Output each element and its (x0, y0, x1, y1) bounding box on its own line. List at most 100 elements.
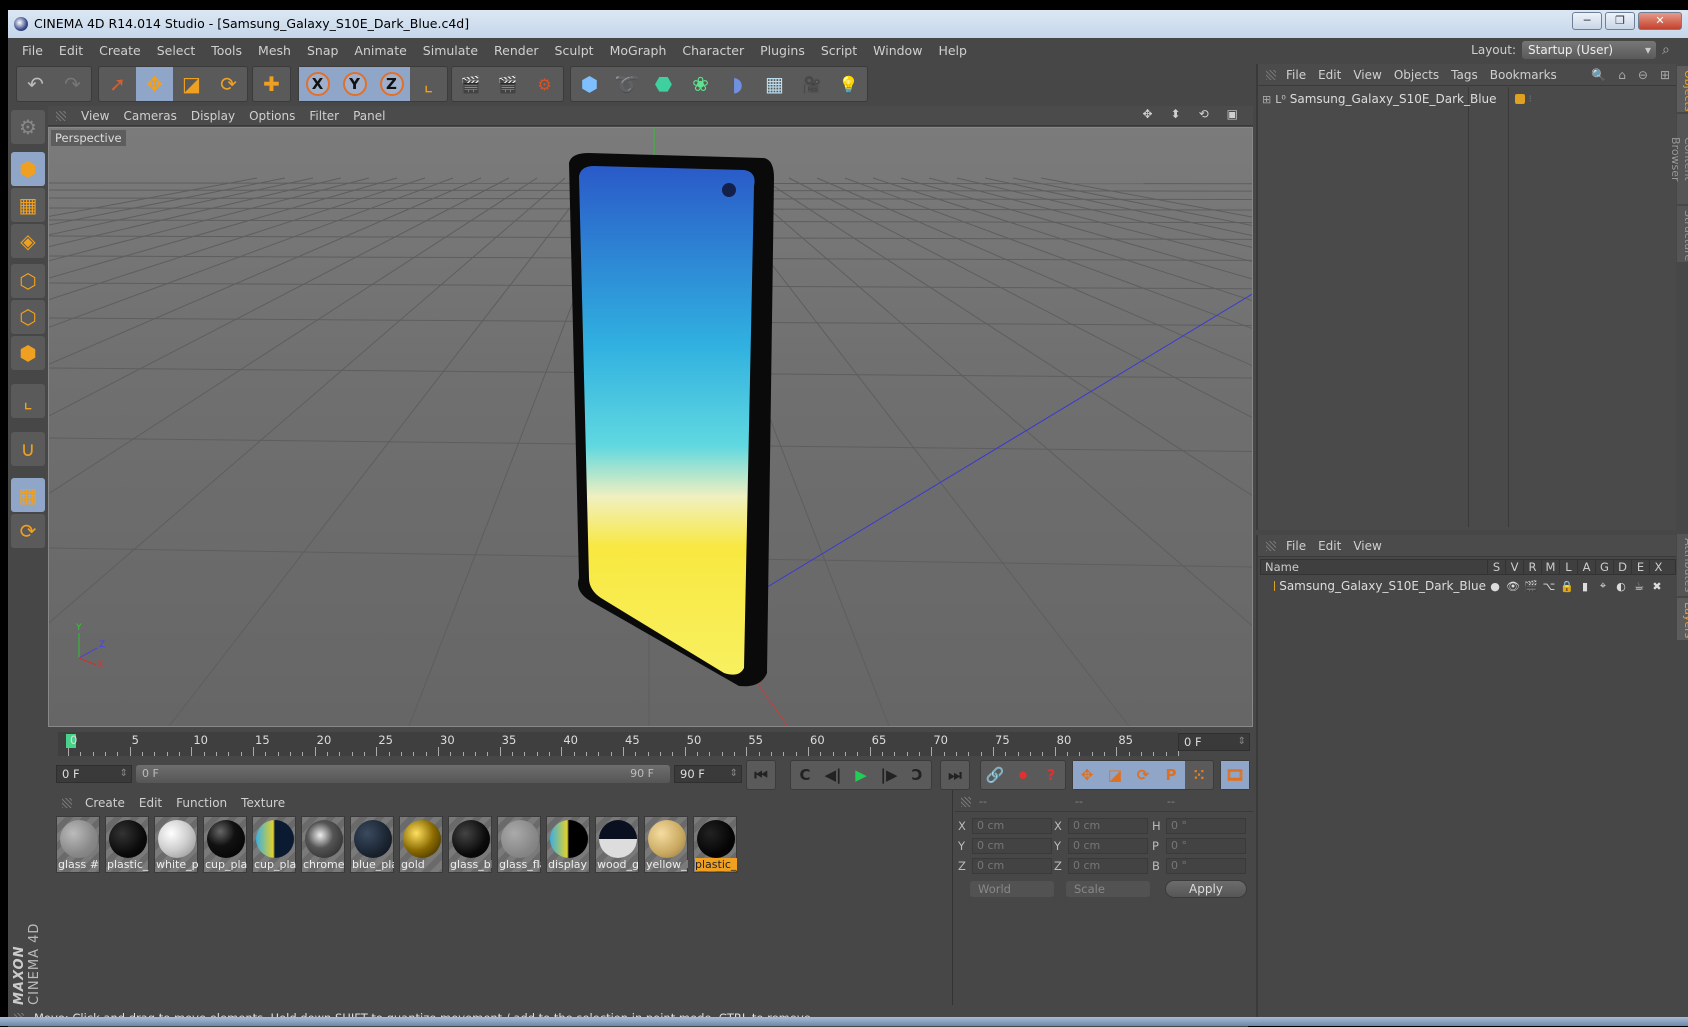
rotate-view-icon[interactable]: ⟲ (1192, 107, 1216, 121)
key-rotation-button[interactable]: ⟳ (1129, 761, 1157, 789)
menu-create[interactable]: Create (91, 43, 149, 58)
add-deformer-button[interactable]: ◗ (719, 67, 756, 101)
tab-structure[interactable]: Structure (1677, 206, 1688, 262)
move-tool-button[interactable]: ✥ (136, 67, 173, 101)
menu-tools[interactable]: Tools (203, 43, 250, 58)
material-swatch[interactable]: glass_fla (497, 816, 541, 873)
scale-tool-button[interactable]: ◪ (173, 67, 210, 101)
viewport-menu-cameras[interactable]: Cameras (116, 109, 183, 123)
coord-value-field[interactable]: 0 cm (1068, 838, 1148, 854)
apply-button[interactable]: Apply (1165, 880, 1247, 898)
timeline-window-button[interactable]: 🎞 (1221, 761, 1249, 789)
y-axis-lock-button[interactable]: Y (336, 67, 373, 101)
layer-name-cell[interactable]: Samsung_Galaxy_S10E_Dark_Blue (1260, 579, 1486, 593)
material-swatch[interactable]: glass_bl (448, 816, 492, 873)
layer-animation-toggle-icon[interactable]: ▮ (1576, 580, 1594, 593)
minimize-button[interactable]: ─ (1572, 12, 1602, 30)
menu-file[interactable]: File (14, 43, 51, 58)
menu-character[interactable]: Character (674, 43, 752, 58)
layer-visible-toggle-icon[interactable]: 👁 (1504, 580, 1522, 593)
key-scale-button[interactable]: ◪ (1101, 761, 1129, 789)
object-menu-view[interactable]: View (1347, 68, 1387, 82)
render-picture-viewer-button[interactable]: 🎬 (489, 67, 526, 101)
layer-menu-view[interactable]: View (1347, 539, 1387, 553)
coord-value-field[interactable]: 0 cm (972, 818, 1052, 834)
point-mode-button[interactable]: ⬡ (11, 264, 45, 298)
edge-mode-button[interactable]: ⬡ (11, 300, 45, 334)
grip-icon[interactable] (1266, 541, 1276, 551)
next-frame-button[interactable]: |▶ (875, 761, 903, 789)
object-menu-edit[interactable]: Edit (1312, 68, 1347, 82)
goto-start-button[interactable]: ⏮ (747, 761, 775, 789)
search-icon[interactable]: ⌕ (1662, 42, 1678, 58)
layer-manager-toggle-icon[interactable]: ⌥ (1540, 580, 1558, 593)
material-swatch[interactable]: white_p (154, 816, 198, 873)
layer-column-r[interactable]: R (1523, 560, 1541, 574)
add-camera-button[interactable]: 🎥 (793, 67, 830, 101)
key-pla-button[interactable]: ⁙ (1185, 761, 1213, 789)
workplane-rotate-button[interactable]: ⟳ (11, 514, 45, 548)
menu-window[interactable]: Window (865, 43, 930, 58)
layer-generators-toggle-icon[interactable]: ⌖ (1594, 579, 1612, 593)
menu-mograph[interactable]: MoGraph (602, 43, 675, 58)
object-menu-file[interactable]: File (1280, 68, 1312, 82)
goto-prev-key-button[interactable]: C (791, 761, 819, 789)
redo-button[interactable]: ↷ (54, 67, 91, 101)
layer-column-m[interactable]: M (1541, 560, 1559, 574)
add-cube-button[interactable]: ⬢ (571, 67, 608, 101)
z-axis-lock-button[interactable]: Z (373, 67, 410, 101)
prev-frame-button[interactable]: ◀| (819, 761, 847, 789)
visibility-dots-icon[interactable]: ⁝ (1529, 94, 1532, 105)
layer-solo-toggle-icon[interactable]: ● (1486, 580, 1504, 593)
coordinate-type-dropdown[interactable]: Scale (1066, 881, 1150, 897)
material-swatch[interactable]: cup_pla (203, 816, 247, 873)
menu-script[interactable]: Script (813, 43, 865, 58)
pan-view-icon[interactable]: ✥ (1135, 107, 1159, 121)
grip-icon[interactable] (62, 798, 72, 808)
model-mode-button[interactable]: ⬢ (11, 152, 45, 186)
material-swatch[interactable]: gold (399, 816, 443, 873)
layer-column-d[interactable]: D (1613, 560, 1631, 574)
collapse-icon[interactable]: ⊖ (1632, 68, 1654, 82)
record-active-objects-button[interactable]: 🔗 (981, 761, 1009, 789)
render-view-button[interactable]: 🎬 (452, 67, 489, 101)
layer-column-s[interactable]: S (1487, 560, 1505, 574)
polygon-mode-button[interactable]: ⬢ (11, 336, 45, 370)
add-spline-button[interactable]: ➰ (608, 67, 645, 101)
object-name[interactable]: Samsung_Galaxy_S10E_Dark_Blue (1290, 92, 1497, 106)
end-frame-field[interactable]: 90 F (674, 765, 742, 783)
menu-simulate[interactable]: Simulate (415, 43, 486, 58)
viewport-menu-display[interactable]: Display (184, 109, 242, 123)
menu-render[interactable]: Render (486, 43, 547, 58)
restore-button[interactable]: ❐ (1605, 12, 1635, 30)
layer-column-l[interactable]: L (1559, 560, 1577, 574)
texture-mode-button[interactable]: ▦ (11, 188, 45, 222)
undo-button[interactable]: ↶ (17, 67, 54, 101)
object-menu-bookmarks[interactable]: Bookmarks (1484, 68, 1563, 82)
material-swatch[interactable]: chrome (301, 816, 345, 873)
render-settings-button[interactable]: ⚙ (526, 67, 563, 101)
tab-layers[interactable]: Layers (1677, 598, 1688, 640)
object-menu-objects[interactable]: Objects (1388, 68, 1445, 82)
key-parameter-button[interactable]: P (1157, 761, 1185, 789)
material-menu-create[interactable]: Create (78, 796, 132, 810)
coordinate-system-button[interactable]: ⌞ (410, 67, 447, 101)
coordinate-mode-dropdown[interactable]: World (970, 881, 1054, 897)
coord-value-field[interactable]: 0 ° (1166, 858, 1246, 874)
workplane-lock-button[interactable]: ▦ (11, 478, 45, 512)
layer-deformers-toggle-icon[interactable]: ◐ (1612, 580, 1630, 593)
coord-value-field[interactable]: 0 ° (1166, 838, 1246, 854)
perspective-viewport[interactable]: Perspective Y Z X (48, 127, 1253, 727)
layer-xref-toggle-icon[interactable]: ✖ (1648, 580, 1666, 593)
menu-edit[interactable]: Edit (51, 43, 91, 58)
layer-row[interactable]: Samsung_Galaxy_S10E_Dark_Blue●👁🎬⌥🔒▮⌖◐☕✖ (1260, 577, 1676, 595)
viewport-menu-view[interactable]: View (74, 109, 116, 123)
snap-button[interactable]: ∪ (11, 432, 45, 466)
tab-attributes[interactable]: Attributes (1677, 534, 1688, 596)
material-menu-edit[interactable]: Edit (132, 796, 169, 810)
current-frame-field[interactable]: 0 F (1178, 733, 1250, 751)
menu-snap[interactable]: Snap (299, 43, 346, 58)
material-swatch[interactable]: glass #1 (56, 816, 100, 873)
add-nurbs-button[interactable]: ⬣ (645, 67, 682, 101)
new-window-icon[interactable]: ⊞ (1654, 68, 1676, 82)
